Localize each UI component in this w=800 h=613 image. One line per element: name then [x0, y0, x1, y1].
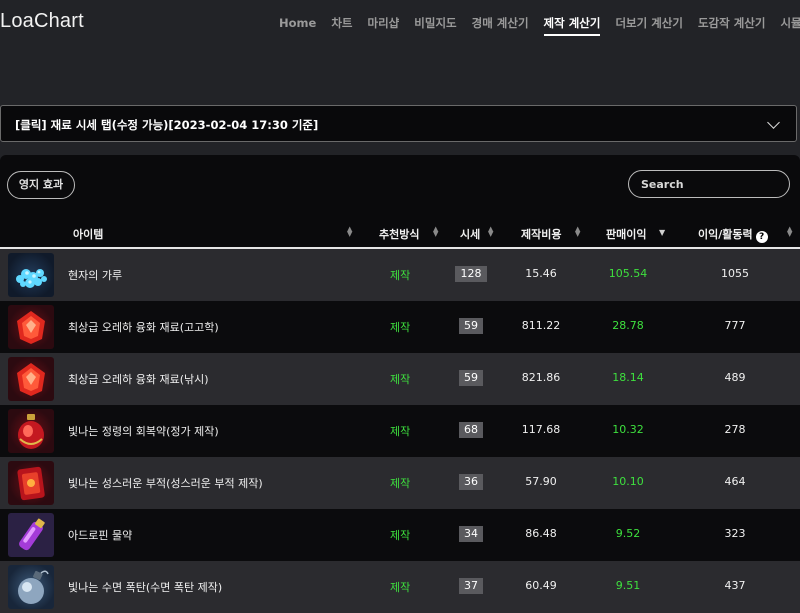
fusion-material-icon: [8, 305, 54, 349]
item-name: 아드로핀 물약: [68, 529, 133, 542]
sale-profit: 10.10: [612, 475, 644, 488]
craft-cost: 57.90: [525, 475, 557, 488]
column-header-cost[interactable]: 제작비용: [521, 226, 561, 242]
recommended-method: 제작: [390, 477, 411, 490]
item-name: 최상급 오레하 융화 재료(고고학): [68, 321, 219, 334]
sort-icon[interactable]: ▲ ▼: [575, 226, 583, 238]
search-input[interactable]: [628, 170, 790, 198]
item-name: 빛나는 수면 폭탄(수면 폭탄 제작): [68, 581, 223, 594]
sort-descending-icon[interactable]: ▼: [659, 228, 665, 237]
sale-profit: 105.54: [608, 267, 648, 280]
price-badge: 36: [459, 474, 483, 490]
item-name: 빛나는 성스러운 부적(성스러운 부적 제작): [68, 477, 263, 490]
recommended-method: 제작: [390, 269, 411, 282]
craft-cost: 60.49: [525, 579, 557, 592]
sale-profit: 28.78: [612, 319, 644, 332]
territory-effect-button[interactable]: 영지 효과: [7, 171, 75, 199]
price-badge: 59: [459, 318, 483, 334]
nav-collection-calculator[interactable]: 도감작 계산기: [698, 15, 765, 31]
nav-mari-shop[interactable]: 마리샵: [368, 15, 400, 31]
bomb-icon: [8, 565, 54, 609]
nav-home[interactable]: Home: [279, 16, 316, 30]
price-badge: 59: [459, 370, 483, 386]
recommended-method: 제작: [390, 581, 411, 594]
sort-icon[interactable]: ▲ ▼: [347, 226, 355, 238]
profit-per-energy: 323: [724, 527, 746, 540]
column-header-price[interactable]: 시세: [460, 226, 480, 242]
ratio-header-label: 이익/활동력: [698, 228, 753, 241]
material-price-label: [클릭] 재료 시세 탭(수정 가능)[2023-02-04 17:30 기준]: [15, 118, 319, 132]
item-name: 빛나는 정령의 회복약(정가 제작): [68, 425, 219, 438]
potion-icon: [8, 409, 54, 453]
sale-profit: 9.52: [615, 527, 641, 540]
sale-profit: 18.14: [612, 371, 644, 384]
profit-per-energy: 437: [724, 579, 746, 592]
craft-cost: 821.86: [521, 371, 561, 384]
craft-cost: 15.46: [525, 267, 557, 280]
column-header-method[interactable]: 추천방식: [379, 226, 419, 242]
nav-crafting-calculator[interactable]: 제작 계산기: [543, 15, 601, 36]
table-row[interactable]: 아드로핀 물약 제작 34 86.48 9.52 323: [0, 509, 800, 561]
app-logo[interactable]: LoaChart: [0, 10, 84, 33]
crafting-table-panel: 영지 효과 아이템 ▲▼ 추천방식 ▲▼ 시세 ▲▼ 제작비용 ▲▼ 판매이익 …: [0, 155, 800, 613]
craft-cost: 86.48: [525, 527, 557, 540]
recommended-method: 제작: [390, 373, 411, 386]
column-header-item[interactable]: 아이템: [73, 226, 103, 242]
table-row[interactable]: 최상급 오레하 융화 재료(고고학) 제작 59 811.22 28.78 77…: [0, 301, 800, 353]
vial-icon: [8, 513, 54, 557]
profit-per-energy: 1055: [721, 267, 749, 280]
nav-simulation[interactable]: 시뮬레이션: [780, 15, 800, 31]
recommended-method: 제작: [390, 425, 411, 438]
sale-profit: 9.51: [615, 579, 641, 592]
help-icon[interactable]: ?: [755, 231, 768, 243]
price-badge: 68: [459, 422, 483, 438]
item-name: 현자의 가루: [68, 269, 123, 282]
table-header: 아이템 ▲ ▼ 추천방식 ▲ ▼ 시세 ▲ ▼ 제작비용 ▲ ▼ 판매이익 ▼ 이익/활…: [0, 217, 800, 249]
item-name: 최상급 오레하 융화 재료(낚시): [68, 373, 209, 386]
price-badge: 128: [455, 266, 487, 282]
table-row[interactable]: 최상급 오레하 융화 재료(낚시) 제작 59 821.86 18.14 489: [0, 353, 800, 405]
price-badge: 34: [459, 526, 483, 542]
table-row[interactable]: 빛나는 성스러운 부적(성스러운 부적 제작) 제작 36 57.90 10.1…: [0, 457, 800, 509]
sort-icon[interactable]: ▲ ▼: [433, 226, 441, 238]
nav-auction-calculator[interactable]: 경매 계산기: [472, 15, 529, 31]
nav-chart[interactable]: 차트: [331, 15, 352, 31]
material-price-dropdown[interactable]: [클릭] 재료 시세 탭(수정 가능)[2023-02-04 17:30 기준]: [0, 105, 797, 142]
table-row[interactable]: 빛나는 정령의 회복약(정가 제작) 제작 68 117.68 10.32 27…: [0, 405, 800, 457]
profit-per-energy: 777: [724, 319, 746, 332]
craft-cost: 811.22: [521, 319, 561, 332]
column-header-ratio[interactable]: 이익/활동력?: [698, 226, 768, 243]
sort-icon[interactable]: ▲ ▼: [488, 226, 496, 238]
craft-cost: 117.68: [521, 423, 561, 436]
talisman-icon: [8, 461, 54, 505]
table-row[interactable]: 현자의 가루 제작 128 15.46 105.54 1055: [0, 249, 800, 301]
profit-per-energy: 489: [724, 371, 746, 384]
profit-per-energy: 464: [724, 475, 746, 488]
chevron-down-icon[interactable]: [767, 116, 780, 129]
top-navigation-bar: LoaChart Home 차트 마리샵 비밀지도 경매 계산기 제작 계산기 …: [0, 0, 800, 40]
main-nav: Home 차트 마리샵 비밀지도 경매 계산기 제작 계산기 더보기 계산기 도…: [279, 15, 800, 36]
recommended-method: 제작: [390, 529, 411, 542]
recommended-method: 제작: [390, 321, 411, 334]
crystal-dust-icon: [8, 253, 54, 297]
sale-profit: 10.32: [612, 423, 644, 436]
nav-more-calculator[interactable]: 더보기 계산기: [615, 15, 682, 31]
column-header-profit[interactable]: 판매이익: [606, 226, 646, 242]
table-row[interactable]: 빛나는 수면 폭탄(수면 폭탄 제작) 제작 37 60.49 9.51 437: [0, 561, 800, 613]
fusion-material-icon: [8, 357, 54, 401]
nav-secret-map[interactable]: 비밀지도: [414, 15, 456, 31]
price-badge: 37: [459, 578, 483, 594]
sort-icon[interactable]: ▲ ▼: [787, 226, 795, 238]
profit-per-energy: 278: [724, 423, 746, 436]
